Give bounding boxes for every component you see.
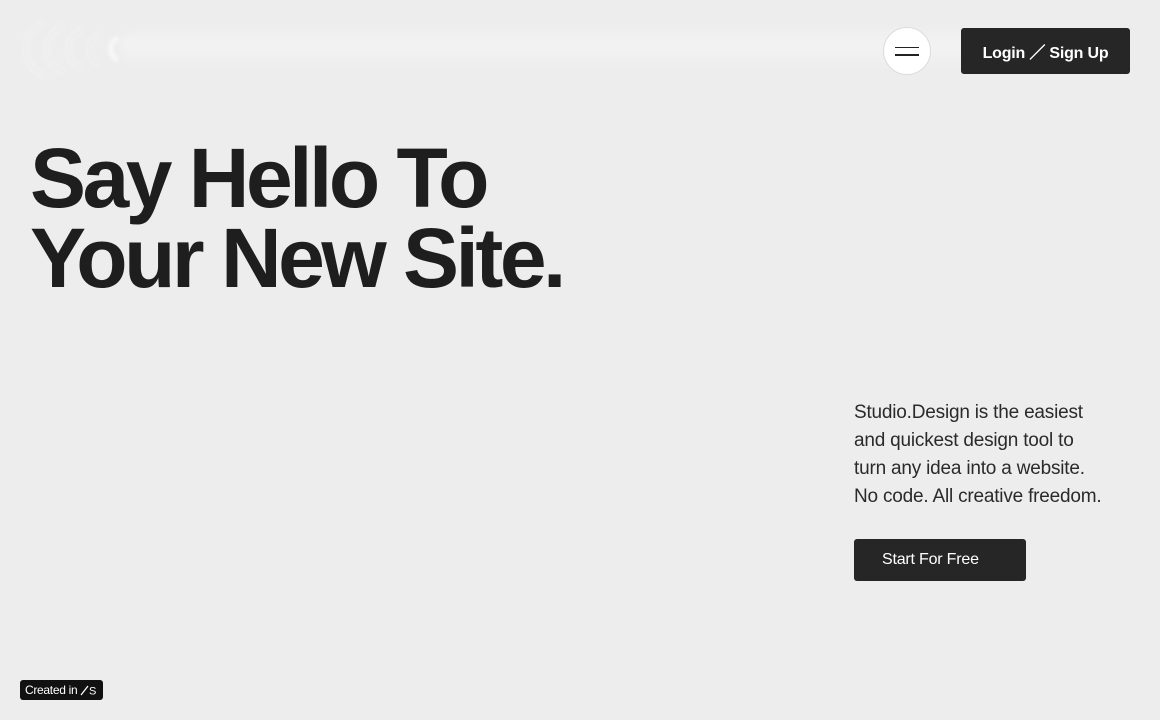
studio-s-icon: S — [80, 686, 97, 697]
hero-description-line-4: No code. All creative freedom. — [854, 486, 1102, 507]
hamburger-menu-icon — [895, 46, 919, 48]
hero-description-line-2: and quickest design tool to — [854, 430, 1074, 451]
start-for-free-button[interactable]: Start For Free — [854, 539, 1026, 581]
menu-button[interactable] — [883, 27, 931, 75]
created-in-label: Created in — [25, 683, 78, 697]
hero-description-line-3: turn any idea into a website. — [854, 458, 1085, 479]
header-backdrop — [120, 24, 1100, 72]
start-for-free-label: Start For Free — [882, 551, 979, 568]
hamburger-menu-icon-bar — [895, 54, 919, 56]
created-in-studio-badge[interactable]: Created in S — [20, 680, 104, 700]
hero-title-line-1: Say Hello To — [30, 131, 489, 225]
hero-description-line-1: Studio.Design is the easiest — [854, 402, 1083, 423]
login-signup-button[interactable]: Login ／ Sign Up — [961, 28, 1130, 74]
hero-title: Say Hello To Your New Site. — [30, 131, 566, 305]
login-signup-label: Login ／ Sign Up — [982, 45, 1109, 62]
hero-title-line-2: Your New Site. — [30, 211, 566, 305]
studio-s-icon-letter: S — [89, 686, 96, 697]
studio-logo-icon[interactable] — [16, 14, 156, 84]
hero-description: Studio.Design is the easiest and quickes… — [854, 399, 1144, 511]
